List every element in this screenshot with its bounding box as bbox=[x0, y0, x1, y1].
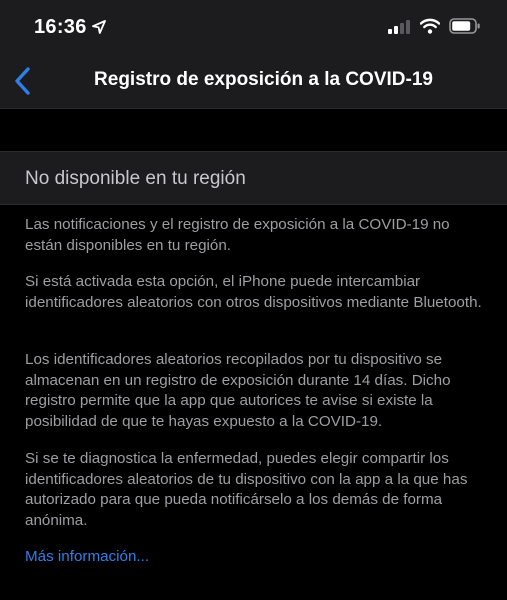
paragraph-bluetooth: Si está activada esta opción, el iPhone … bbox=[25, 273, 482, 311]
more-info-link[interactable]: Más información... bbox=[25, 548, 149, 565]
paragraph-exposure-log: Los identificadores aleatorios recopilad… bbox=[25, 351, 451, 430]
navigation-bar: Registro de exposición a la COVID-19 bbox=[0, 56, 507, 109]
status-bar: 16:36 bbox=[0, 0, 507, 56]
section-header: No disponible en tu región bbox=[0, 151, 507, 205]
paragraph-diagnosis: Si se te diagnostica la enfermedad, pued… bbox=[25, 450, 468, 529]
wifi-icon bbox=[420, 18, 440, 34]
page-title: Registro de exposición a la COVID-19 bbox=[94, 69, 433, 90]
settings-screen: 16:36 Registro de exposición a la COVID-… bbox=[0, 0, 507, 600]
battery-icon bbox=[449, 18, 480, 34]
cellular-signal-icon bbox=[388, 20, 410, 34]
back-button[interactable] bbox=[10, 64, 40, 98]
status-time: 16:36 bbox=[34, 16, 87, 38]
chevron-left-icon bbox=[15, 67, 30, 95]
location-arrow-icon bbox=[92, 20, 106, 34]
section-header-label: No disponible en tu región bbox=[25, 168, 246, 189]
paragraph-availability: Las notificaciones y el registro de expo… bbox=[25, 216, 450, 254]
